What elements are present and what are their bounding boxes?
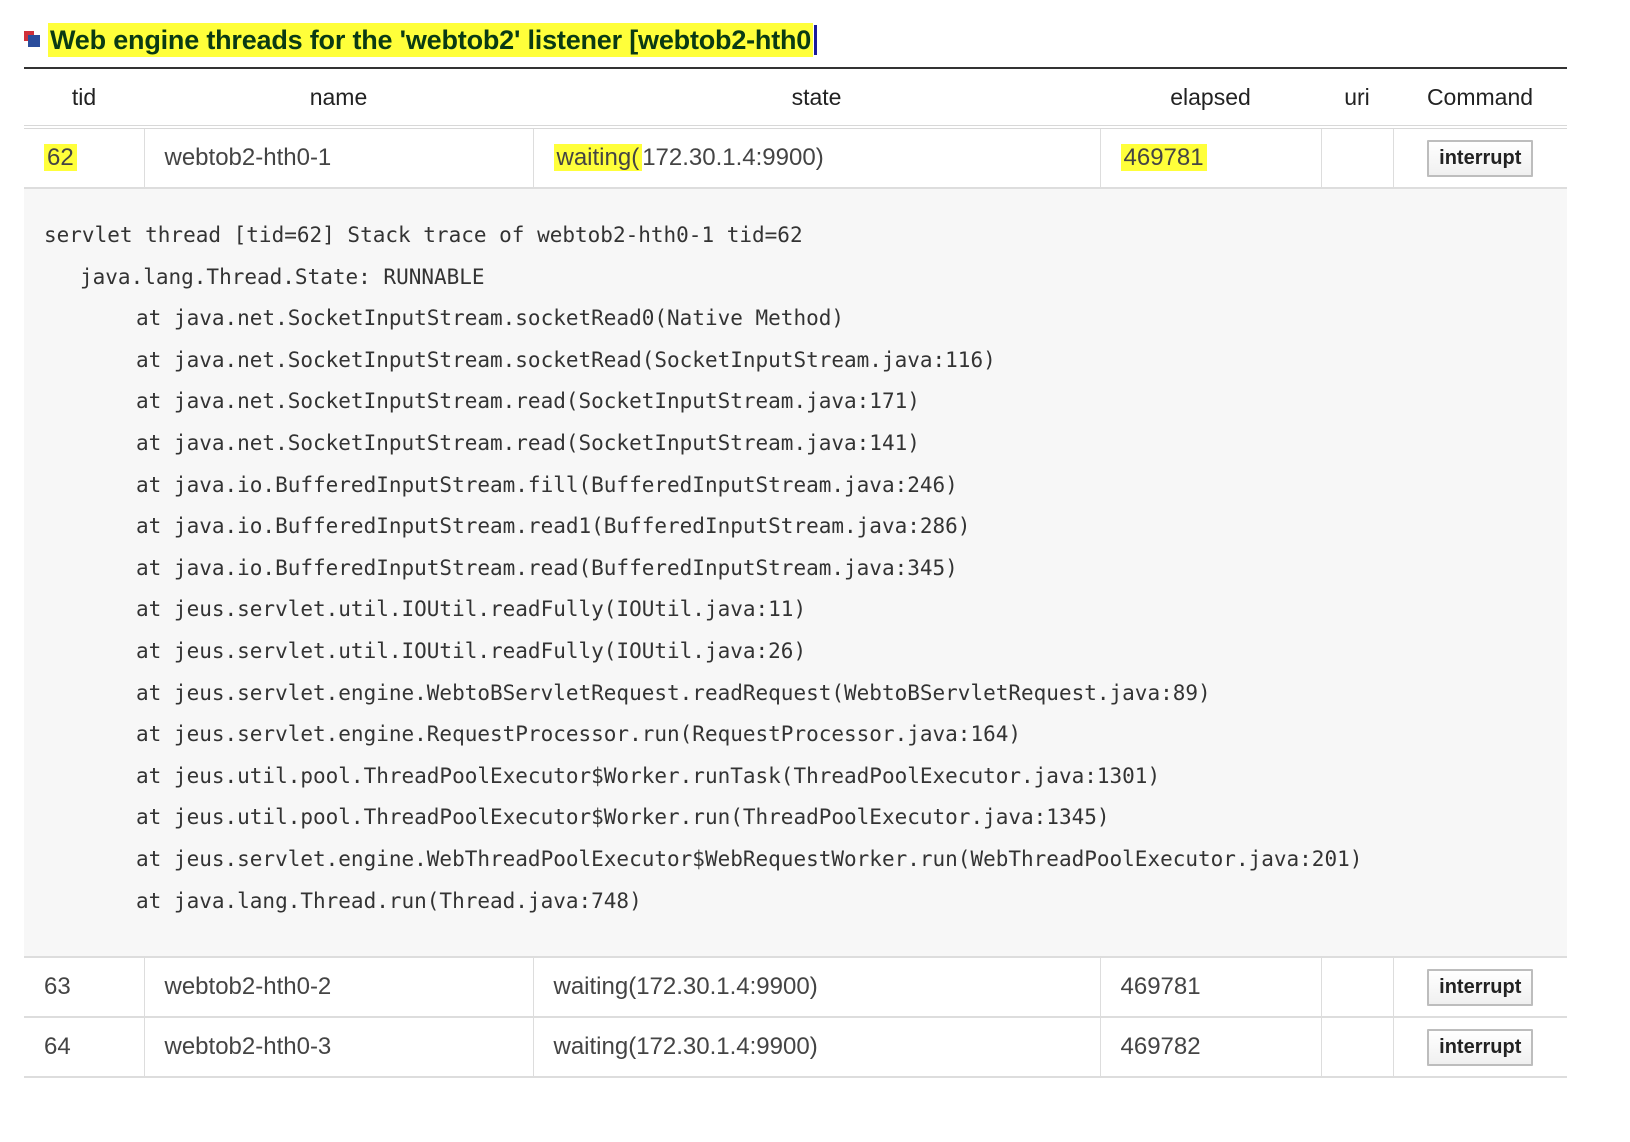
uri-cell: [1320, 957, 1393, 1019]
tid-cell: 62: [24, 127, 144, 189]
elapsed-cell: 469782: [1099, 1017, 1321, 1079]
stack-frame: at jeus.util.pool.ThreadPoolExecutor$Wor…: [136, 805, 1110, 830]
table-row: 62 webtob2-hth0-1 waiting(172.30.1.4:990…: [24, 127, 1567, 189]
threads-table: tid name state elapsed uri Command 62 we…: [24, 67, 1567, 1079]
stack-frame: at jeus.servlet.util.IOUtil.readFully(IO…: [136, 638, 807, 663]
name-cell: webtob2-hth0-1: [143, 127, 533, 189]
elapsed-value: 469781: [1120, 144, 1207, 171]
elapsed-cell: 469781: [1099, 957, 1321, 1019]
stack-trace-header: servlet thread [tid=62] Stack trace of w…: [44, 223, 803, 247]
tid-value: 62: [44, 144, 77, 171]
elapsed-cell: 469781: [1099, 127, 1321, 189]
state-value-rest: 172.30.1.4:9900): [642, 144, 824, 171]
stack-trace-row: servlet thread [tid=62] Stack trace of w…: [24, 188, 1567, 959]
tid-cell: 64: [24, 1017, 144, 1079]
stack-frame: at jeus.servlet.util.IOUtil.readFully(IO…: [136, 597, 807, 622]
name-cell: webtob2-hth0-2: [143, 957, 533, 1019]
stack-frame: at java.net.SocketInputStream.socketRead…: [136, 347, 996, 372]
interrupt-button[interactable]: interrupt: [1427, 1028, 1534, 1066]
name-cell: webtob2-hth0-3: [143, 1017, 533, 1079]
column-header-uri: uri: [1321, 68, 1393, 129]
table-row: 63 webtob2-hth0-2 waiting(172.30.1.4:990…: [24, 957, 1567, 1019]
stack-frame: at java.net.SocketInputStream.read(Socke…: [136, 430, 920, 455]
stack-frame: at java.lang.Thread.run(Thread.java:748): [136, 888, 642, 913]
command-cell: interrupt: [1392, 127, 1567, 189]
state-value-highlighted: waiting(: [553, 144, 643, 171]
text-cursor-icon: [814, 25, 818, 55]
stack-frame: at java.net.SocketInputStream.read(Socke…: [136, 389, 920, 414]
column-header-command: Command: [1393, 68, 1567, 129]
bullet-squares-icon: [24, 31, 42, 49]
column-header-tid: tid: [24, 68, 144, 129]
tid-cell: 63: [24, 957, 144, 1019]
uri-cell: [1320, 1017, 1393, 1079]
column-header-elapsed: elapsed: [1100, 68, 1321, 129]
stack-frame: at jeus.servlet.engine.WebtoBServletRequ…: [136, 680, 1211, 705]
uri-cell: [1320, 127, 1393, 189]
page-title: Web engine threads for the 'webtob2' lis…: [48, 23, 814, 57]
page-title-row: Web engine threads for the 'webtob2' lis…: [24, 22, 818, 58]
column-header-state: state: [533, 68, 1100, 129]
stack-frame: at java.net.SocketInputStream.socketRead…: [136, 306, 845, 331]
command-cell: interrupt: [1392, 1017, 1567, 1079]
state-cell: waiting(172.30.1.4:9900): [532, 1017, 1100, 1079]
stack-frame: at java.io.BufferedInputStream.read1(Buf…: [136, 514, 971, 539]
state-cell: waiting(172.30.1.4:9900): [532, 957, 1100, 1019]
stack-frame: at java.io.BufferedInputStream.fill(Buff…: [136, 472, 958, 497]
stack-frame: at java.io.BufferedInputStream.read(Buff…: [136, 555, 958, 580]
stack-frame: at jeus.servlet.engine.RequestProcessor.…: [136, 722, 1022, 747]
table-header-row: tid name state elapsed uri Command: [24, 68, 1567, 129]
stack-trace-panel: servlet thread [tid=62] Stack trace of w…: [24, 188, 1567, 959]
interrupt-button[interactable]: interrupt: [1427, 139, 1534, 177]
stack-trace-state: java.lang.Thread.State: RUNNABLE: [80, 264, 485, 289]
command-cell: interrupt: [1392, 957, 1567, 1019]
stack-frame: at jeus.servlet.engine.WebThreadPoolExec…: [136, 846, 1363, 871]
state-cell: waiting(172.30.1.4:9900): [532, 127, 1100, 189]
interrupt-button[interactable]: interrupt: [1427, 968, 1534, 1006]
column-header-name: name: [144, 68, 533, 129]
stack-frame: at jeus.util.pool.ThreadPoolExecutor$Wor…: [136, 763, 1161, 788]
table-row: 64 webtob2-hth0-3 waiting(172.30.1.4:990…: [24, 1017, 1567, 1079]
